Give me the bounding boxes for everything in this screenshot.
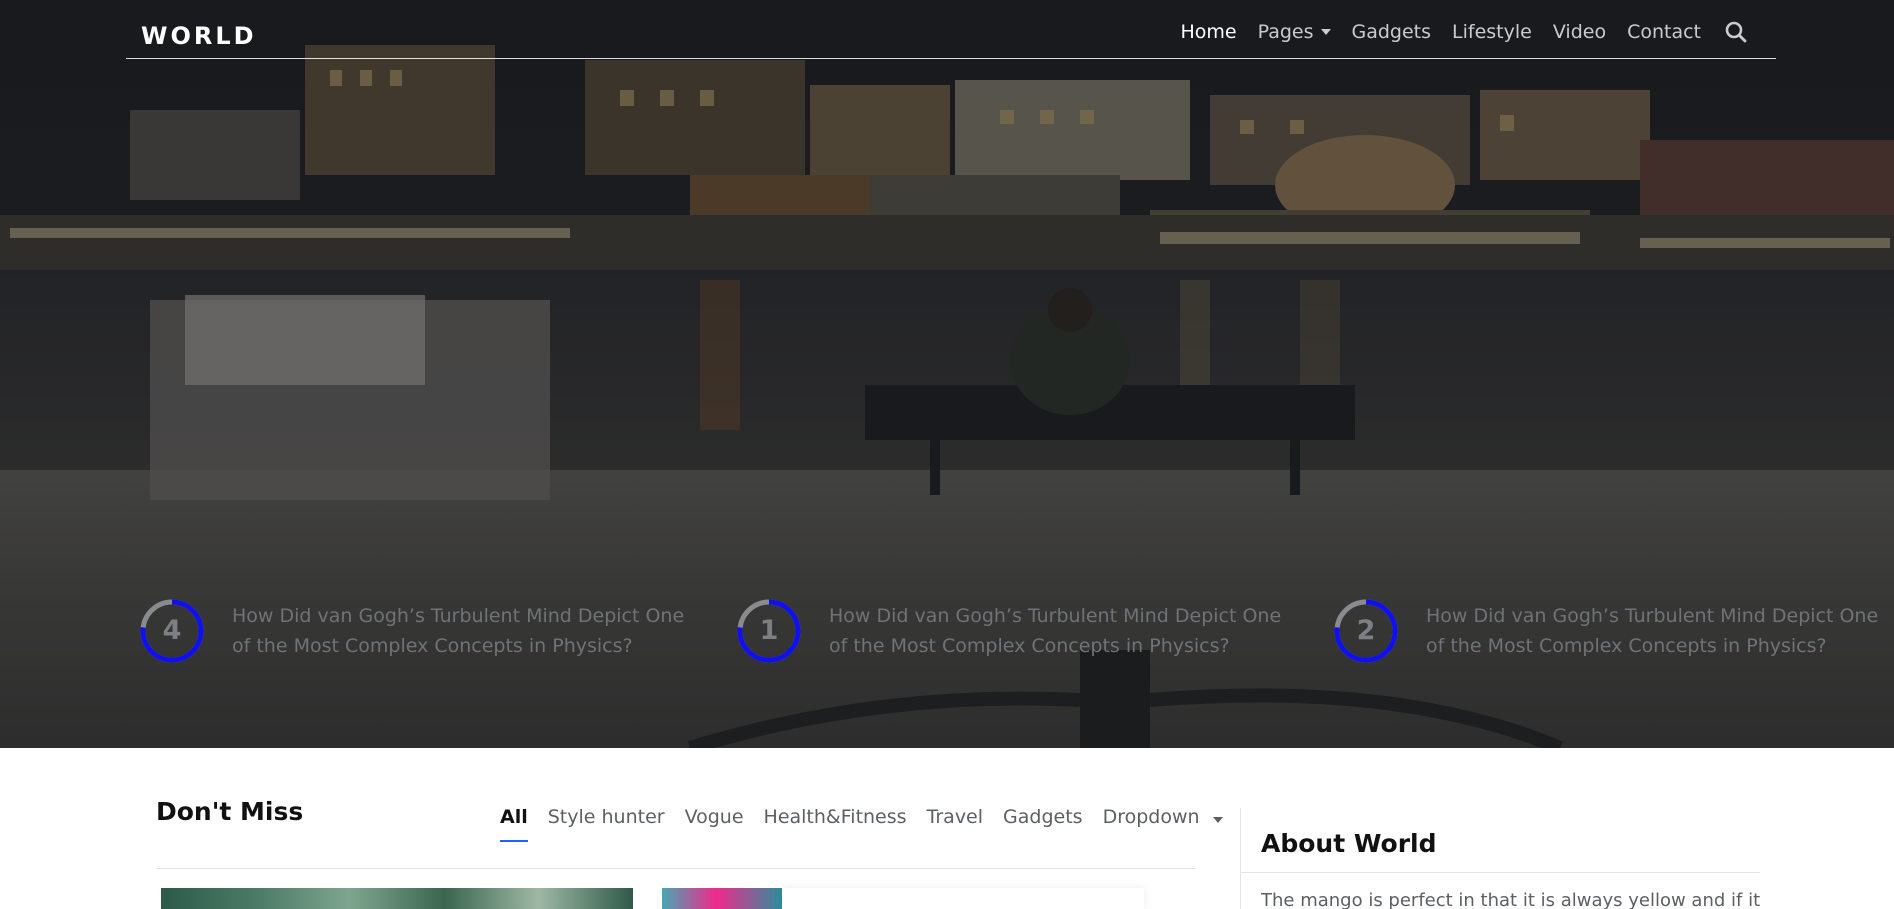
- trending-number: 4: [162, 615, 182, 646]
- section-divider: [156, 868, 1196, 869]
- article-card[interactable]: [782, 888, 1144, 909]
- nav-item-contact[interactable]: Contact: [1627, 21, 1701, 43]
- top-navbar: WORLD Home Pages Gadgets Lifestyle Video…: [126, 0, 1776, 59]
- nav-item-lifestyle[interactable]: Lifestyle: [1452, 21, 1532, 43]
- trending-title-link[interactable]: How Did van Gogh’s Turbulent Mind Depict…: [829, 601, 1299, 661]
- nav-item-gadgets[interactable]: Gadgets: [1352, 21, 1432, 43]
- trending-item[interactable]: 2 How Did van Gogh’s Turbulent Mind Depi…: [1333, 598, 1894, 664]
- progress-ring: 1: [736, 598, 802, 664]
- hero-banner: WORLD Home Pages Gadgets Lifestyle Video…: [0, 0, 1894, 748]
- nav-menu: Home Pages Gadgets Lifestyle Video Conta…: [1159, 20, 1748, 44]
- trending-title-link[interactable]: How Did van Gogh’s Turbulent Mind Depict…: [1426, 601, 1894, 661]
- section-title-dont-miss: Don't Miss: [156, 797, 304, 826]
- article-thumbnail[interactable]: [662, 888, 782, 909]
- tab-style-hunter[interactable]: Style hunter: [548, 806, 665, 828]
- tab-health-fitness[interactable]: Health&Fitness: [764, 806, 907, 828]
- tab-dropdown[interactable]: Dropdown: [1103, 806, 1223, 828]
- caret-down-icon: [1320, 29, 1331, 35]
- progress-ring: 2: [1333, 598, 1399, 664]
- tab-all[interactable]: All: [500, 806, 528, 842]
- caret-down-icon: [1212, 817, 1223, 823]
- tab-travel[interactable]: Travel: [927, 806, 983, 828]
- trending-title-link[interactable]: How Did van Gogh’s Turbulent Mind Depict…: [232, 601, 702, 661]
- trending-number: 1: [759, 615, 779, 646]
- nav-item-pages-label: Pages: [1257, 21, 1314, 43]
- site-logo[interactable]: WORLD: [141, 22, 257, 50]
- tab-dropdown-label: Dropdown: [1102, 806, 1200, 828]
- sidebar-divider: [1240, 808, 1241, 909]
- trending-item[interactable]: 1 How Did van Gogh’s Turbulent Mind Depi…: [736, 598, 1299, 664]
- trending-number: 2: [1356, 615, 1376, 646]
- progress-ring: 4: [139, 598, 205, 664]
- tab-vogue[interactable]: Vogue: [685, 806, 744, 828]
- nav-item-video[interactable]: Video: [1553, 21, 1606, 43]
- search-icon[interactable]: [1724, 20, 1748, 44]
- about-text: The mango is perfect in that it is alway…: [1261, 890, 1761, 909]
- widget-title-divider: [1240, 872, 1760, 873]
- category-tabs: All Style hunter Vogue Health&Fitness Tr…: [500, 806, 1243, 842]
- tab-gadgets[interactable]: Gadgets: [1003, 806, 1083, 828]
- nav-item-pages[interactable]: Pages: [1258, 21, 1331, 43]
- widget-title-about: About World: [1261, 829, 1437, 858]
- article-card-image[interactable]: [161, 888, 633, 909]
- nav-item-home[interactable]: Home: [1180, 21, 1236, 43]
- trending-item[interactable]: 4 How Did van Gogh’s Turbulent Mind Depi…: [139, 598, 702, 664]
